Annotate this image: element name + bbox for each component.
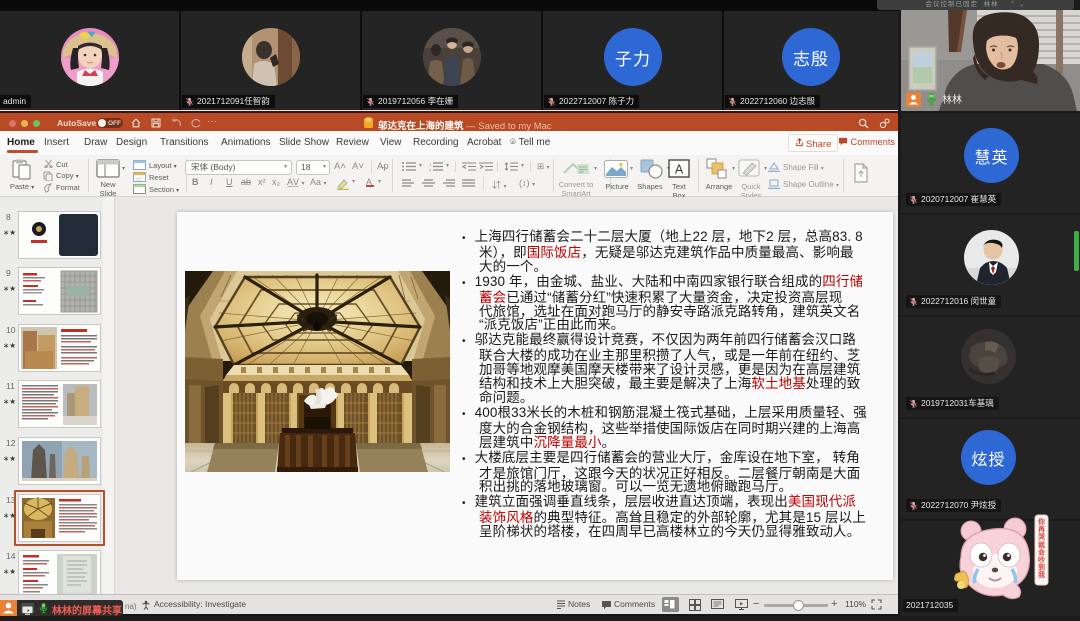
svg-text:A: A <box>675 163 684 177</box>
svg-text:你: 你 <box>1037 517 1045 526</box>
svg-text:再: 再 <box>1038 526 1045 534</box>
svg-text:吵: 吵 <box>1038 555 1045 564</box>
svg-text:会: 会 <box>1038 547 1046 556</box>
svg-text:我: 我 <box>1038 570 1045 579</box>
svg-text:2: 2 <box>429 168 432 173</box>
svg-text:1: 1 <box>429 162 432 167</box>
svg-text:到: 到 <box>1038 563 1045 572</box>
svg-text:就: 就 <box>1038 540 1045 549</box>
svg-text:哭: 哭 <box>1037 532 1046 541</box>
